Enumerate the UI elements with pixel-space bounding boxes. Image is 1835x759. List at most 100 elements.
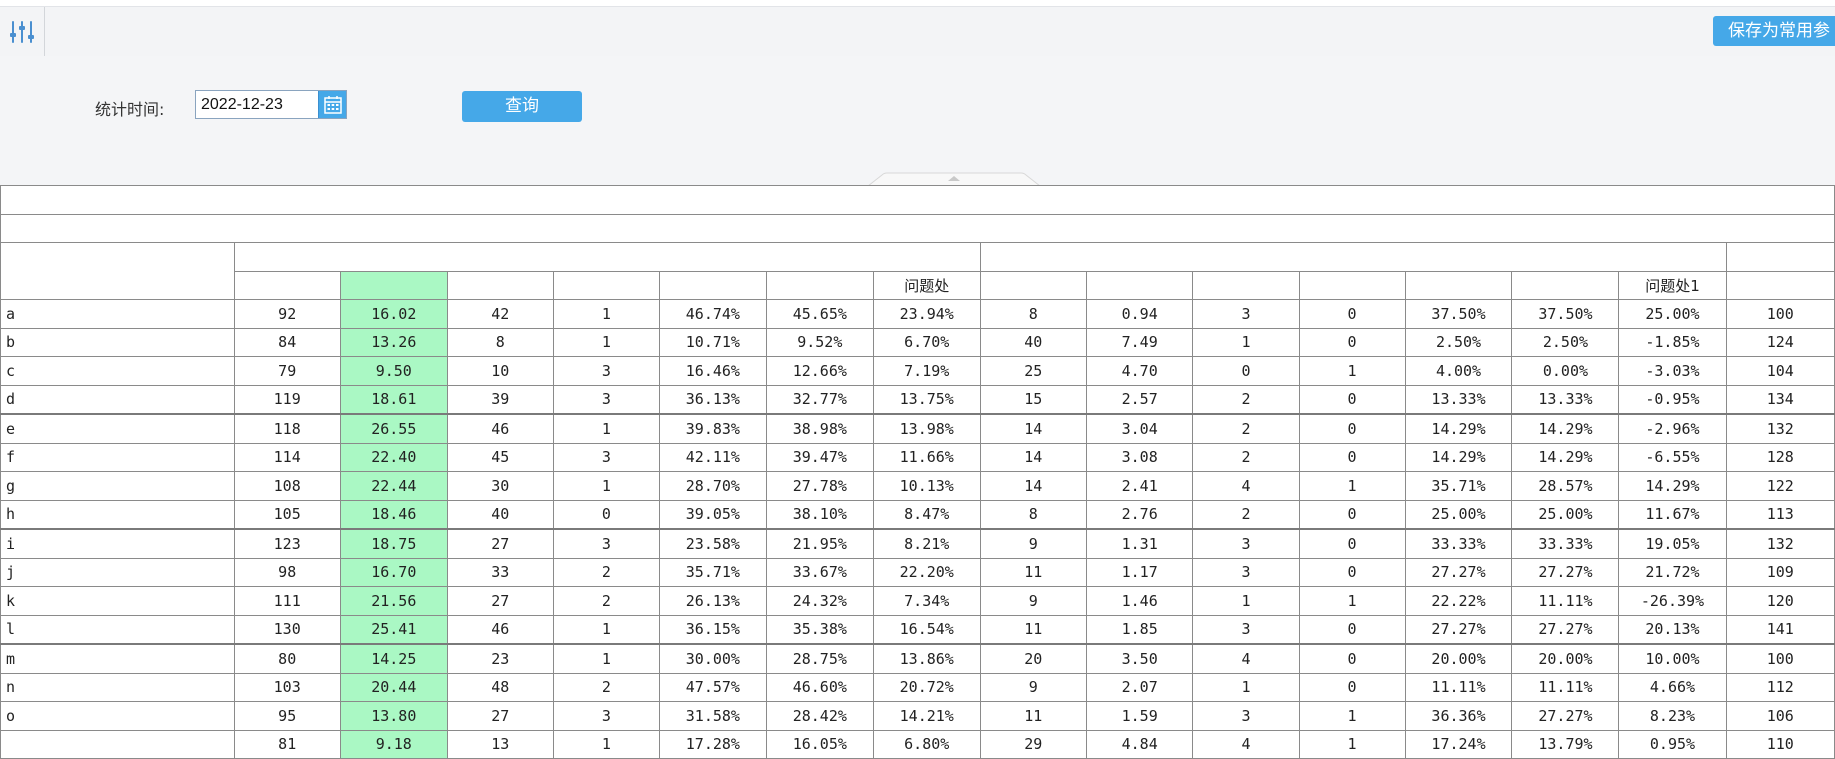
- group-header-row: [0, 242, 1835, 300]
- table-cell: 0: [1192, 356, 1300, 386]
- date-picker[interactable]: [195, 90, 347, 119]
- table-cell: 11.11%: [1404, 672, 1513, 702]
- table-cell: 110: [1725, 729, 1835, 759]
- table-cell: 30: [446, 471, 554, 501]
- table-cell: 9: [979, 672, 1087, 702]
- table-cell: 8: [446, 327, 554, 357]
- query-button[interactable]: 查询: [462, 91, 582, 122]
- col-header: [552, 270, 660, 300]
- table-cell: 0: [1298, 557, 1406, 587]
- table-cell: 4.70: [1085, 356, 1194, 386]
- table-cell: 13.98%: [872, 413, 981, 444]
- table-cell: 46.74%: [658, 299, 767, 329]
- table-cell: 8: [979, 299, 1087, 329]
- col-header: [1085, 270, 1194, 300]
- table-cell: 2: [552, 586, 660, 616]
- table-cell: 9.52%: [765, 327, 874, 357]
- table-cell: 1: [1298, 586, 1406, 616]
- col-header: [1192, 270, 1300, 300]
- table-cell: 15: [979, 384, 1087, 415]
- row-label: g: [0, 471, 235, 501]
- table-row: k 111 21.56 27 2 26.13% 24.32% 7.34% 9 1.46 1 1 22.2…: [0, 586, 1835, 616]
- table-cell: 0: [1298, 327, 1406, 357]
- table-cell: 10.00%: [1618, 643, 1727, 674]
- table-cell: 14.29%: [1618, 471, 1727, 501]
- table-cell: -2.96%: [1618, 413, 1727, 444]
- row-label: m: [0, 643, 235, 674]
- table-cell: -26.39%: [1618, 586, 1727, 616]
- table-cell: 0: [1298, 384, 1406, 415]
- table-cell: 20.00%: [1404, 643, 1513, 674]
- table-cell: 28.70%: [658, 471, 767, 501]
- table-cell: 18.61: [339, 384, 448, 415]
- table-cell: 11.11%: [1511, 586, 1620, 616]
- table-cell: 16.05%: [765, 729, 874, 759]
- table-cell: 10.71%: [658, 327, 767, 357]
- collapse-handle-icon[interactable]: [868, 172, 1040, 186]
- table-cell: 123: [233, 528, 341, 559]
- table-cell: 27.27%: [1511, 557, 1620, 587]
- table-cell: 112: [1725, 672, 1835, 702]
- table-cell: 13.79%: [1511, 729, 1620, 759]
- table-cell: 2: [1192, 442, 1300, 472]
- table-cell: 4.84: [1085, 729, 1194, 759]
- table-cell: 108: [233, 471, 341, 501]
- title-row: [0, 185, 1835, 215]
- table-cell: 39.83%: [658, 413, 767, 444]
- table-cell: 17.28%: [658, 729, 767, 759]
- table-cell: 1: [552, 471, 660, 501]
- table-cell: 20.72%: [872, 672, 981, 702]
- table-cell: 119: [233, 384, 341, 415]
- table-cell: 3.08: [1085, 442, 1194, 472]
- table-row: g 108 22.44 30 1 28.70% 27.78% 10.13% 14 2.41 4 1 35…: [0, 471, 1835, 501]
- table-cell: 27: [446, 586, 554, 616]
- table-cell: 2.57: [1085, 384, 1194, 415]
- table-cell: 3.50: [1085, 643, 1194, 674]
- settings-button[interactable]: [0, 7, 45, 56]
- table-cell: 8.21%: [872, 528, 981, 559]
- table-cell: 103: [233, 672, 341, 702]
- table-cell: 100: [1725, 643, 1835, 674]
- table-cell: 27.27%: [1511, 701, 1620, 731]
- table-cell: 36.36%: [1404, 701, 1513, 731]
- table-cell: 13.80: [339, 701, 448, 731]
- table-cell: -3.03%: [1618, 356, 1727, 386]
- save-as-common-params-button[interactable]: 保存为常用参: [1713, 16, 1835, 46]
- table-cell: 14: [979, 413, 1087, 444]
- col-header: [1298, 270, 1406, 300]
- table-cell: 1.59: [1085, 701, 1194, 731]
- table-cell: 113: [1725, 499, 1835, 530]
- table-cell: 29: [979, 729, 1087, 759]
- table-cell: 0.00%: [1511, 356, 1620, 386]
- date-input[interactable]: [196, 91, 321, 118]
- table-cell: 4.00%: [1404, 356, 1513, 386]
- table-cell: 22.44: [339, 471, 448, 501]
- table-row: f 114 22.40 45 3 42.11% 39.47% 11.66% 14 3.08 2 0 14…: [0, 442, 1835, 472]
- group-header-3: [1725, 242, 1835, 272]
- table-cell: 14.25: [339, 643, 448, 674]
- table-cell: 2: [552, 672, 660, 702]
- table-cell: 21.56: [339, 586, 448, 616]
- row-label: o: [0, 701, 235, 731]
- table-cell: 19.05%: [1618, 528, 1727, 559]
- calendar-button[interactable]: [318, 91, 346, 118]
- table-cell: 9: [979, 586, 1087, 616]
- table-cell: 1: [1192, 327, 1300, 357]
- table-cell: 39: [446, 384, 554, 415]
- table-cell: 14.29%: [1404, 442, 1513, 472]
- table-cell: 39.47%: [765, 442, 874, 472]
- table-cell: 1: [552, 729, 660, 759]
- table-cell: 30.00%: [658, 643, 767, 674]
- table-cell: 33.33%: [1511, 528, 1620, 559]
- table-cell: 35.71%: [658, 557, 767, 587]
- table-cell: 105: [233, 499, 341, 530]
- table-cell: 39.05%: [658, 499, 767, 530]
- table-cell: 23.58%: [658, 528, 767, 559]
- table-cell: 7.34%: [872, 586, 981, 616]
- row-label: j: [0, 557, 235, 587]
- table-cell: -0.95%: [1618, 384, 1727, 415]
- table-cell: 114: [233, 442, 341, 472]
- table-cell: 0: [1298, 442, 1406, 472]
- table-row: o 95 13.80 27 3 31.58% 28.42% 14.21% 11 1.59 3 1 36.…: [0, 701, 1835, 731]
- table-cell: 98: [233, 557, 341, 587]
